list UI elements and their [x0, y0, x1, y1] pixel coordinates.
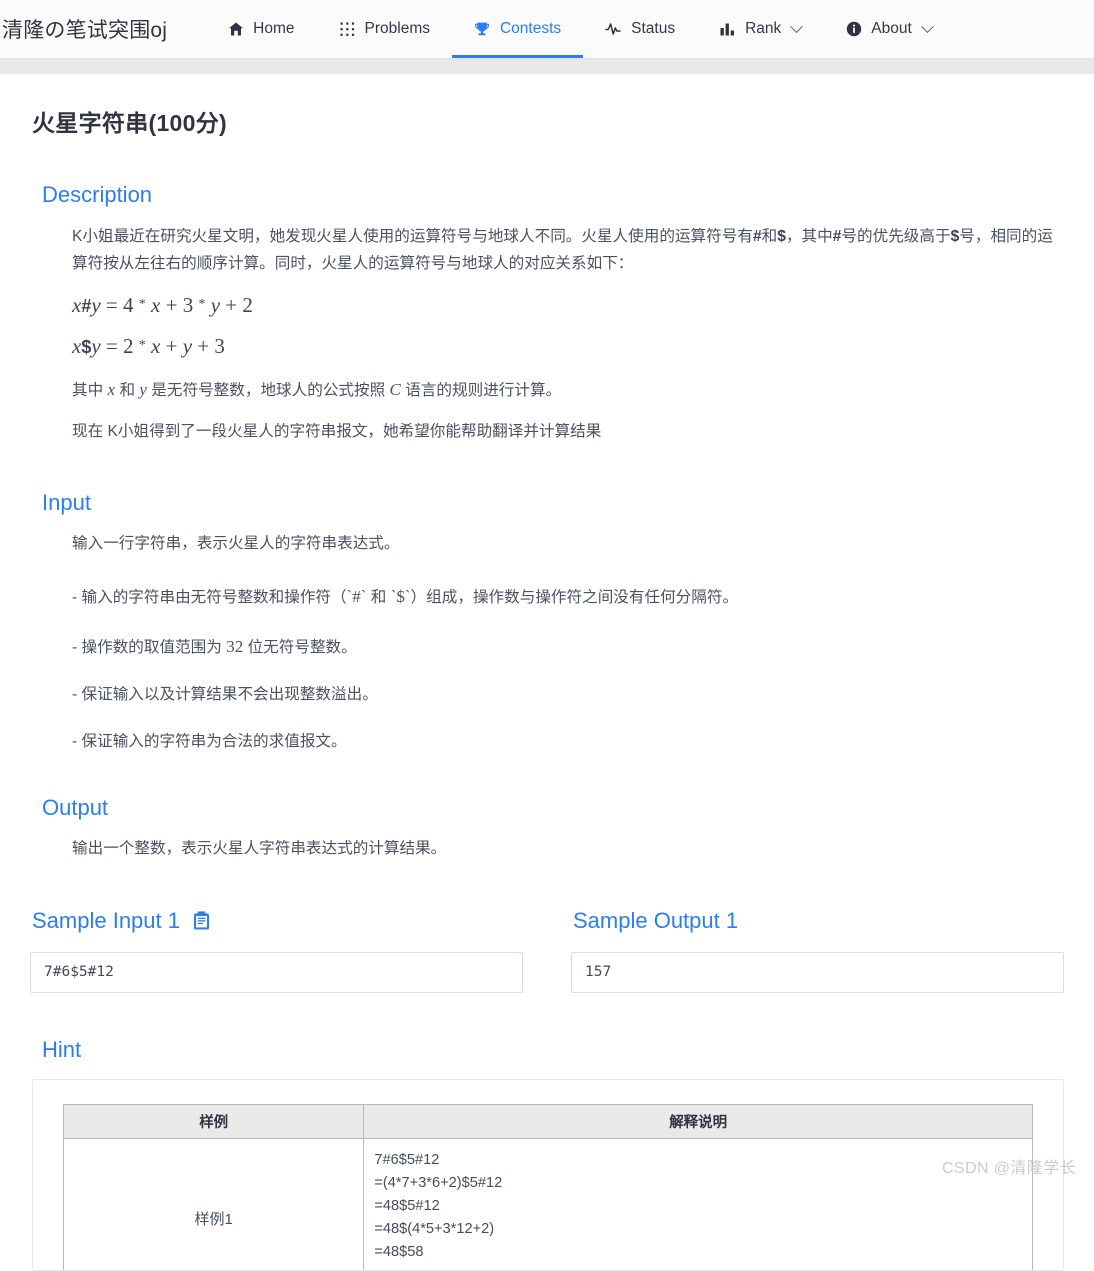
input-line-1: 输入一行字符串，表示火星人的字符串表达式。: [72, 532, 1064, 557]
hint-panel: 样例 解释说明 样例1 7#6$5#12 =(4*7+3*6+2)$5#12 =…: [32, 1079, 1064, 1271]
section-heading-description: Description: [42, 182, 1064, 208]
var-c: C: [390, 380, 401, 399]
nav-menu: Home Problems Contests: [205, 0, 954, 58]
step-line: =(4*7+3*6+2)$5#12: [374, 1172, 1022, 1195]
sample-input-column: Sample Input 1 7#6$5#12: [30, 908, 523, 993]
nav-item-about[interactable]: About: [823, 0, 954, 58]
nav-item-label: Contests: [500, 20, 561, 38]
nav-item-rank[interactable]: Rank: [697, 0, 823, 58]
sample-input-title: Sample Input 1: [32, 908, 180, 934]
input-constraint-4: - 保证输入的字符串为合法的求值报文。: [72, 730, 1064, 755]
grid-icon: [339, 21, 356, 38]
desc-op-dollar: $: [777, 228, 786, 245]
step-line: 7#6$5#12: [374, 1149, 1022, 1172]
desc-op-dollar: $: [951, 228, 960, 245]
formula-dollar: x$y = 2 * x + y + 3: [72, 334, 1064, 359]
table-row: 样例1 7#6$5#12 =(4*7+3*6+2)$5#12 =48$5#12 …: [64, 1139, 1033, 1271]
constraint-text: - 输入的字符串由无符号整数和操作符（: [72, 589, 347, 606]
sample-output-title: Sample Output 1: [573, 908, 738, 934]
nav-item-label: Status: [631, 20, 675, 38]
desc-text: ，其中: [786, 228, 833, 245]
var-x: x: [108, 380, 116, 399]
explanation-steps: 7#6$5#12 =(4*7+3*6+2)$5#12 =48$5#12 =48$…: [374, 1149, 1022, 1271]
nav-item-label: Home: [253, 20, 294, 38]
symbol-hash-literal: `#`: [347, 587, 367, 606]
desc-text: 其中: [72, 382, 103, 399]
activity-icon: [605, 21, 622, 38]
chevron-down-icon: [921, 20, 934, 33]
formula-hash: x#y = 4 * x + 3 * y + 2: [72, 293, 1064, 318]
step-line: =48$5#12: [374, 1195, 1022, 1218]
sample-input-heading: Sample Input 1: [32, 908, 523, 934]
page-title: 火星字符串(100分): [32, 104, 1064, 138]
step-line: =48$58: [374, 1241, 1022, 1264]
description-paragraph-2: 其中 x 和 y 是无符号整数，地球人的公式按照 C 语言的规则进行计算。: [72, 375, 1062, 405]
var-y: y: [139, 380, 147, 399]
output-line-1: 输出一个整数，表示火星人字符串表达式的计算结果。: [72, 837, 1064, 862]
sample-output-heading: Sample Output 1: [573, 908, 1064, 934]
description-paragraph-1: K小姐最近在研究火星文明，她发现火星人使用的运算符号与地球人不同。火星人使用的运…: [72, 224, 1062, 278]
bit-width: 32: [226, 637, 243, 656]
nav-item-status[interactable]: Status: [583, 0, 697, 58]
nav-item-label: Problems: [365, 20, 430, 38]
desc-op-hash: #: [753, 228, 762, 245]
nav-item-problems[interactable]: Problems: [317, 0, 452, 58]
column-header-case: 样例: [64, 1105, 364, 1139]
copy-icon[interactable]: [193, 911, 210, 930]
bar-chart-icon: [719, 21, 736, 38]
desc-text: 号的优先级高于: [841, 228, 950, 245]
nav-item-label: About: [871, 20, 912, 38]
column-header-explanation: 解释说明: [364, 1105, 1033, 1139]
table-header-row: 样例 解释说明: [64, 1105, 1033, 1139]
samples-row: Sample Input 1 7#6$5#12 Sample Output 1: [30, 908, 1064, 993]
section-heading-output: Output: [42, 795, 1064, 821]
home-icon: [227, 21, 244, 38]
step-line: =2*48+58+3: [374, 1265, 1022, 1271]
chevron-down-icon: [790, 20, 803, 33]
top-navbar: 清隆の笔试突围oj Home Problems: [0, 0, 1094, 58]
constraint-text: 位无符号整数。: [248, 639, 357, 656]
navbar-underband: [0, 58, 1094, 74]
desc-text: K小姐最近在研究火星文明，她发现火星人使用的运算符号与地球人不同。火星人使用的运…: [72, 228, 753, 245]
desc-text: 是无符号整数，地球人的公式按照: [151, 382, 385, 399]
sample-output-column: Sample Output 1 157: [571, 908, 1064, 993]
desc-text: 和: [762, 228, 778, 245]
input-constraint-3: - 保证输入以及计算结果不会出现整数溢出。: [72, 683, 1064, 708]
sample-output-value[interactable]: 157: [571, 952, 1064, 993]
input-constraint-2: - 操作数的取值范围为 32 位无符号整数。: [72, 633, 1064, 661]
section-heading-input: Input: [42, 490, 1064, 516]
nav-item-home[interactable]: Home: [205, 0, 316, 58]
desc-text: 语言的规则进行计算。: [405, 382, 561, 399]
cell-case-label: 样例1: [64, 1139, 364, 1271]
nav-item-contests[interactable]: Contests: [452, 0, 583, 58]
section-heading-hint: Hint: [42, 1037, 1064, 1063]
hint-table-head: 样例 解释说明: [64, 1105, 1033, 1139]
description-paragraph-3: 现在 K小姐得到了一段火星人的字符串报文，她希望你能帮助翻译并计算结果: [72, 419, 1062, 446]
constraint-text: 和: [371, 589, 387, 606]
problem-page: 火星字符串(100分) Description K小姐最近在研究火星文明，她发现…: [0, 104, 1094, 1271]
input-constraint-1: - 输入的字符串由无符号整数和操作符（`#` 和 `$`）组成，操作数与操作符之…: [72, 583, 1064, 611]
nav-item-label: Rank: [745, 20, 781, 38]
site-brand[interactable]: 清隆の笔试突围oj: [0, 14, 167, 44]
info-icon: [845, 21, 862, 38]
sample-input-value[interactable]: 7#6$5#12: [30, 952, 523, 993]
symbol-dollar-literal: `$`: [391, 587, 411, 606]
hint-table-body: 样例1 7#6$5#12 =(4*7+3*6+2)$5#12 =48$5#12 …: [64, 1139, 1033, 1271]
step-line: =48$(4*5+3*12+2): [374, 1218, 1022, 1241]
cell-explanation: 7#6$5#12 =(4*7+3*6+2)$5#12 =48$5#12 =48$…: [364, 1139, 1033, 1271]
trophy-icon: [474, 21, 491, 38]
constraint-text: ）组成，操作数与操作符之间没有任何分隔符。: [411, 589, 738, 606]
constraint-text: - 操作数的取值范围为: [72, 639, 222, 656]
desc-text: 和: [119, 382, 135, 399]
